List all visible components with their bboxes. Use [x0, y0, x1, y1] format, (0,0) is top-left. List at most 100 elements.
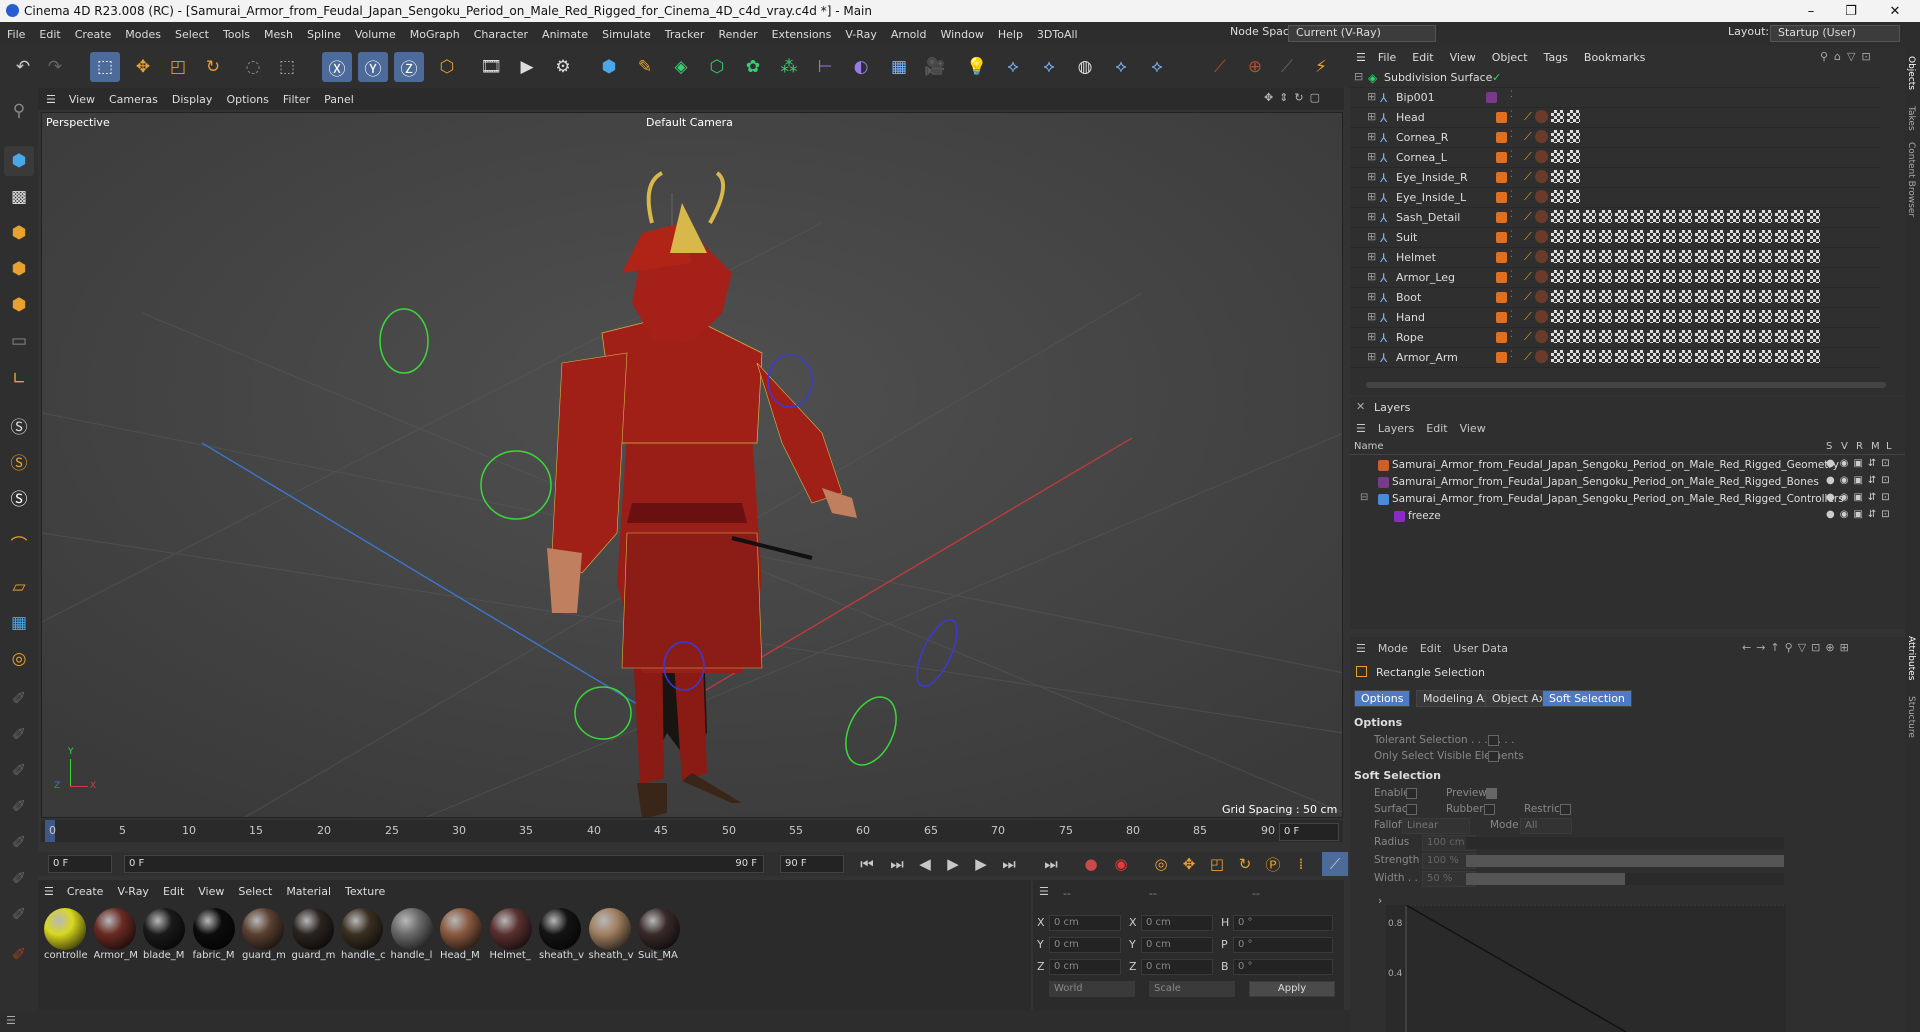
- visibility-dots-icon[interactable]: ⁚: [1510, 130, 1513, 140]
- texture-tag-icon[interactable]: [1742, 290, 1756, 303]
- start-frame-field[interactable]: 0 F: [48, 855, 112, 873]
- texture-tag-icon[interactable]: [1710, 270, 1724, 283]
- material-swatch[interactable]: Suit_MA: [638, 908, 684, 961]
- obj-menu-object[interactable]: Object: [1484, 51, 1536, 64]
- sculpt-icon-7[interactable]: ✐: [4, 900, 34, 930]
- layer-color-tag[interactable]: [1486, 92, 1497, 103]
- expand-icon[interactable]: ⊞: [1367, 290, 1376, 303]
- object-row[interactable]: ⊞ ⅄ Sash_Detail ⁚ ⟋: [1350, 208, 1880, 228]
- sculpt-icon-8[interactable]: ✐: [4, 940, 34, 970]
- rig-tag-icon[interactable]: ⟋: [1524, 310, 1532, 326]
- texture-tag-icon[interactable]: [1646, 230, 1660, 243]
- layer-color-tag[interactable]: [1496, 152, 1507, 163]
- texture-tag-icon[interactable]: [1646, 250, 1660, 263]
- viewport-menu-view[interactable]: View: [62, 93, 102, 106]
- camera-icon[interactable]: 🎥: [920, 52, 950, 82]
- material-tag-icon[interactable]: [1534, 210, 1548, 223]
- tag-strip[interactable]: ⟋: [1524, 350, 1880, 366]
- expand-icon[interactable]: ⊞: [1367, 110, 1376, 123]
- mat-menu-view[interactable]: View: [191, 885, 231, 898]
- texture-tag-icon[interactable]: [1726, 250, 1740, 263]
- layer-color-tag[interactable]: [1496, 312, 1507, 323]
- texture-tag-icon[interactable]: [1662, 270, 1676, 283]
- snap-icon-1[interactable]: Ⓢ: [4, 410, 34, 440]
- texture-tag-icon[interactable]: [1566, 330, 1580, 343]
- size-x-field[interactable]: 0 cm: [1141, 915, 1213, 931]
- preview-checkbox[interactable]: [1486, 788, 1497, 799]
- texture-tag-icon[interactable]: [1550, 310, 1564, 323]
- texture-tag-icon[interactable]: [1630, 290, 1644, 303]
- goto-last-key-icon[interactable]: ⏭: [1038, 852, 1064, 876]
- expand-icon[interactable]: ⊞: [1367, 230, 1376, 243]
- texture-tag-icon[interactable]: [1630, 330, 1644, 343]
- obj-menu-edit[interactable]: Edit: [1404, 51, 1441, 64]
- tag-strip[interactable]: ⟋: [1524, 330, 1880, 346]
- scale-tool-icon[interactable]: ◰: [163, 52, 193, 82]
- texture-tag-icon[interactable]: [1726, 290, 1740, 303]
- edges-mode-icon[interactable]: ⬢: [4, 254, 34, 284]
- material-tag-icon[interactable]: [1534, 350, 1548, 363]
- current-frame-field[interactable]: 0 F: [1279, 823, 1339, 841]
- menu-help[interactable]: Help: [991, 28, 1030, 41]
- texture-tag-icon[interactable]: [1662, 310, 1676, 323]
- visibility-dots-icon[interactable]: ⁚: [1510, 310, 1513, 320]
- tag-strip[interactable]: ⟋: [1524, 150, 1594, 166]
- texture-tag-icon[interactable]: [1758, 330, 1772, 343]
- h-field[interactable]: 0 °: [1233, 915, 1333, 931]
- key-move-icon[interactable]: ✥: [1176, 852, 1202, 876]
- texture-tag-icon[interactable]: [1742, 330, 1756, 343]
- texture-tag-icon[interactable]: [1806, 350, 1820, 363]
- material-swatch[interactable]: guard_m: [242, 908, 288, 961]
- rig-tag-icon[interactable]: ⟋: [1524, 150, 1532, 166]
- visibility-dots-icon[interactable]: ⁚: [1510, 250, 1513, 260]
- texture-tag-icon[interactable]: [1566, 310, 1580, 323]
- texture-tag-icon[interactable]: [1726, 230, 1740, 243]
- object-horizontal-scrollbar[interactable]: [1366, 382, 1886, 388]
- texture-tag-icon[interactable]: [1550, 170, 1564, 183]
- enable-checkbox[interactable]: [1406, 788, 1417, 799]
- render-view-icon[interactable]: ▶: [512, 52, 542, 82]
- rig-tag-icon[interactable]: ⟋: [1524, 250, 1532, 266]
- texture-tag-icon[interactable]: [1582, 310, 1596, 323]
- deformer-icon[interactable]: ⊢: [810, 52, 840, 82]
- texture-tag-icon[interactable]: [1774, 310, 1788, 323]
- texture-tag-icon[interactable]: [1662, 290, 1676, 303]
- workplane-icon[interactable]: ▱: [4, 572, 34, 602]
- sculpt-icon-2[interactable]: ✐: [4, 720, 34, 750]
- key-param-icon[interactable]: Ⓟ: [1260, 852, 1286, 876]
- next-frame-icon[interactable]: ▶: [968, 852, 994, 876]
- texture-tag-icon[interactable]: [1726, 210, 1740, 223]
- go-to-end-icon[interactable]: ⏭: [996, 852, 1022, 876]
- mat-menu-vray[interactable]: V-Ray: [110, 885, 156, 898]
- expand-icon[interactable]: ⊞: [1367, 250, 1376, 263]
- object-row[interactable]: ⊞ ⅄ Helmet ⁚ ⟋: [1350, 248, 1880, 268]
- layers-menu-view[interactable]: View: [1454, 422, 1492, 435]
- timeline-icon[interactable]: ⟋: [1322, 852, 1348, 876]
- restrict-checkbox[interactable]: [1560, 804, 1571, 815]
- python-icon-1[interactable]: ⟡: [998, 52, 1028, 82]
- record-icon[interactable]: ●: [1078, 852, 1104, 876]
- visibility-dots-icon[interactable]: ⁚: [1510, 230, 1513, 240]
- texture-tag-icon[interactable]: [1646, 210, 1660, 223]
- side-tab-content-browser[interactable]: Content Browser: [1906, 142, 1916, 217]
- size-z-field[interactable]: 0 cm: [1141, 959, 1213, 975]
- z-axis-lock-icon[interactable]: Ⓩ: [394, 52, 424, 82]
- texture-tag-icon[interactable]: [1550, 110, 1564, 123]
- material-swatch[interactable]: sheath_v: [539, 908, 585, 961]
- object-row-root[interactable]: ⊟ ◈ Subdivision Surface ✓: [1350, 68, 1880, 88]
- layer-color-tag[interactable]: [1496, 272, 1507, 283]
- texture-tag-icon[interactable]: [1726, 350, 1740, 363]
- layer-color-tag[interactable]: [1496, 212, 1507, 223]
- layout-dropdown[interactable]: Startup (User): [1770, 25, 1900, 42]
- tag-strip[interactable]: ⟋: [1524, 270, 1880, 286]
- object-row[interactable]: ⊞ ⅄ Eye_Inside_R ⁚ ⟋: [1350, 168, 1880, 188]
- rig-tag-icon[interactable]: ⟋: [1524, 230, 1532, 246]
- tag-strip[interactable]: ⟋: [1524, 110, 1594, 126]
- visibility-dots-icon[interactable]: ⁚: [1510, 170, 1513, 180]
- object-row[interactable]: ⊞ ⅄ Cornea_L ⁚ ⟋: [1350, 148, 1880, 168]
- texture-tag-icon[interactable]: [1790, 230, 1804, 243]
- texture-tag-icon[interactable]: [1806, 310, 1820, 323]
- sculpt-icon-6[interactable]: ✐: [4, 864, 34, 894]
- layer-color-swatch[interactable]: [1394, 511, 1405, 522]
- sculpt-icon-1[interactable]: ✐: [4, 684, 34, 714]
